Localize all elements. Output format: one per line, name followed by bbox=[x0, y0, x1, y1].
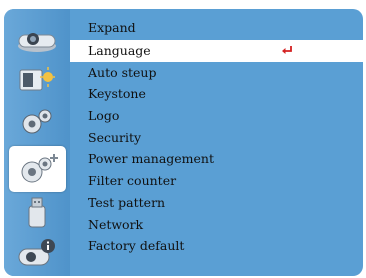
expand-gear-icon[interactable] bbox=[9, 146, 66, 192]
menu-list: Language Auto steup Keystone Logo Securi… bbox=[70, 40, 363, 257]
menu-item-filter-counter[interactable]: Filter counter bbox=[70, 170, 363, 192]
menu-item-test-pattern[interactable]: Test pattern bbox=[70, 192, 363, 214]
menu-item-label: Power management bbox=[88, 151, 215, 167]
menu-item-label: Language bbox=[88, 43, 151, 58]
usb-memory-icon[interactable] bbox=[11, 196, 63, 230]
menu-item-network[interactable]: Network bbox=[70, 214, 363, 236]
menu-item-auto-setup[interactable]: Auto steup bbox=[70, 62, 363, 84]
menu-item-factory-default[interactable]: Factory default bbox=[70, 235, 363, 257]
menu-item-label: Logo bbox=[88, 108, 120, 124]
menu-item-label: Factory default bbox=[88, 238, 185, 254]
menu-item-label: Security bbox=[88, 129, 142, 145]
info-projector-icon[interactable] bbox=[11, 236, 63, 270]
projector-image-icon[interactable] bbox=[11, 23, 63, 57]
menu-item-label: Keystone bbox=[88, 86, 146, 102]
menu-item-label: Test pattern bbox=[88, 194, 166, 210]
menu-item-security[interactable]: Security bbox=[70, 127, 363, 149]
submenu-title: Expand bbox=[88, 20, 136, 35]
menu-item-label: Auto steup bbox=[88, 64, 157, 80]
menu-item-language[interactable]: Language bbox=[70, 40, 363, 62]
setting-gear-icon[interactable] bbox=[11, 105, 63, 139]
return-arrow-icon bbox=[282, 46, 292, 54]
menu-item-logo[interactable]: Logo bbox=[70, 105, 363, 127]
menu-item-power-management[interactable]: Power management bbox=[70, 148, 363, 170]
category-sidebar bbox=[4, 9, 70, 276]
display-setting-icon[interactable] bbox=[11, 63, 63, 97]
menu-item-keystone[interactable]: Keystone bbox=[70, 83, 363, 105]
projector-osd-menu: Expand Language Auto steup Keystone Logo… bbox=[4, 9, 363, 276]
menu-item-label: Network bbox=[88, 216, 144, 232]
menu-item-label: Filter counter bbox=[88, 173, 177, 189]
